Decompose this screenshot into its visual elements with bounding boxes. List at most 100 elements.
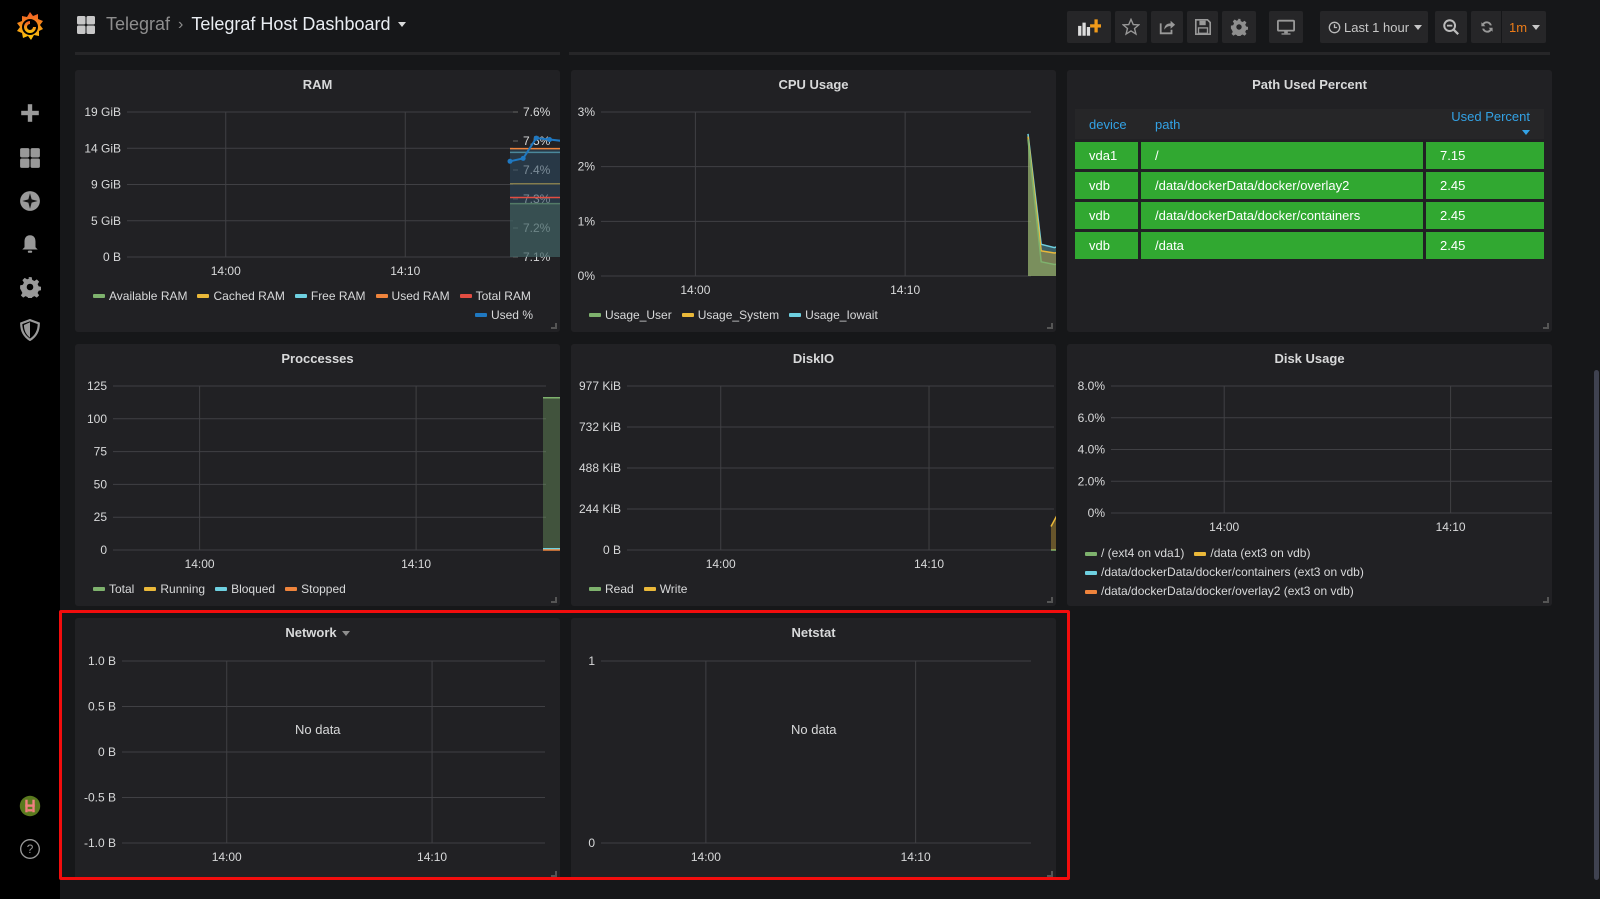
y-tick-label: 0% xyxy=(1088,506,1106,520)
y-tick-label: 1 xyxy=(588,654,595,668)
y-tick-label: 4.0% xyxy=(1078,443,1106,457)
legend-item[interactable]: Usage_User xyxy=(589,308,672,322)
y-tick-label: 0 B xyxy=(603,543,621,557)
legend-item[interactable]: Read xyxy=(589,582,634,596)
dashboard-grid-icon xyxy=(77,15,95,34)
resize-handle[interactable] xyxy=(551,871,557,877)
legend-item[interactable]: Stopped xyxy=(285,582,346,596)
legend-item[interactable]: Available RAM xyxy=(93,289,187,303)
time-range-picker[interactable]: Last 1 hour xyxy=(1320,11,1428,43)
y-tick-label: 0 xyxy=(100,543,107,557)
vertical-scrollbar[interactable] xyxy=(1594,370,1599,880)
legend-color-swatch xyxy=(1085,570,1097,575)
star-button[interactable] xyxy=(1115,11,1147,43)
add-panel-button[interactable] xyxy=(1067,11,1111,43)
y-tick-label: 50 xyxy=(94,477,108,491)
legend-item[interactable]: Usage_Iowait xyxy=(789,308,878,322)
legend-color-swatch xyxy=(375,294,388,298)
legend-color-swatch xyxy=(215,587,228,591)
series-write-area xyxy=(1051,517,1056,550)
cpu-chart: 0%1%2%3%14:0014:1014:2014:3014:4014:50 xyxy=(578,105,1056,297)
legend-item[interactable]: Total RAM xyxy=(459,289,531,303)
legend-item[interactable]: /data/dockerData/docker/containers (ext3… xyxy=(1085,563,1505,582)
legend-item[interactable]: Write xyxy=(643,582,687,596)
plus-icon[interactable] xyxy=(18,101,42,125)
refresh-picker[interactable]: 1m xyxy=(1471,11,1546,43)
save-button[interactable] xyxy=(1187,11,1218,43)
shield-icon[interactable] xyxy=(18,318,42,342)
panel-title[interactable]: Path Used Percent xyxy=(1067,77,1552,92)
resize-handle[interactable] xyxy=(551,323,557,329)
legend-item[interactable]: Used RAM xyxy=(375,289,450,303)
tv-mode-button[interactable] xyxy=(1269,11,1303,43)
resize-handle[interactable] xyxy=(1047,597,1053,603)
column-header-device[interactable]: device xyxy=(1075,109,1141,139)
resize-handle[interactable] xyxy=(1543,323,1549,329)
legend-color-swatch xyxy=(589,313,601,317)
legend-item[interactable]: / (ext4 on vda1) xyxy=(1085,544,1184,563)
cell-used-percent: 2.45 xyxy=(1426,232,1544,259)
x-tick-label: 14:00 xyxy=(1209,520,1239,534)
table-row: vda1/7.15 xyxy=(1075,142,1544,169)
data-point xyxy=(507,158,513,164)
chevron-down-icon[interactable] xyxy=(398,22,407,27)
resize-handle[interactable] xyxy=(1047,871,1053,877)
legend-label: Cached RAM xyxy=(213,289,285,303)
series-total-area xyxy=(543,397,560,550)
x-tick-label: 14:00 xyxy=(680,283,710,297)
legend-label: Used RAM xyxy=(391,289,450,303)
share-button[interactable] xyxy=(1151,11,1183,43)
legend-item[interactable]: Used % xyxy=(93,308,533,322)
y-tick-label: 8.0% xyxy=(1078,379,1106,393)
y-tick-label: 732 KiB xyxy=(579,420,621,434)
legend-color-swatch xyxy=(474,313,487,317)
bell-icon[interactable] xyxy=(18,232,42,256)
user-avatar[interactable] xyxy=(16,792,44,820)
legend-item[interactable]: /data (ext3 on vdb) xyxy=(1194,544,1310,563)
table-row: vdb/data 2.45 xyxy=(1075,232,1544,259)
legend-item[interactable]: Bloqued xyxy=(215,582,275,596)
gear-icon[interactable] xyxy=(18,275,42,299)
legend-color-swatch xyxy=(197,294,210,298)
y-tick-label: 0 xyxy=(588,836,595,850)
resize-handle[interactable] xyxy=(1543,597,1549,603)
resize-handle[interactable] xyxy=(551,597,557,603)
legend-item[interactable]: Cached RAM xyxy=(197,289,285,303)
legend-item[interactable]: Total xyxy=(93,582,134,596)
cell-path: /data xyxy=(1141,232,1426,259)
legend-color-swatch xyxy=(589,587,601,591)
cell-used-percent: 2.45 xyxy=(1426,172,1544,199)
resize-handle[interactable] xyxy=(1047,323,1053,329)
table-row: vdb/data/dockerData/docker/containers 2.4… xyxy=(1075,202,1544,229)
y-tick-label: 0 B xyxy=(98,745,116,759)
cell-path: / xyxy=(1141,142,1426,169)
panel-netstat: Netstat 0114:0014:1014:2014:3014:4014:50… xyxy=(571,618,1056,880)
side-menu: ? xyxy=(0,0,60,899)
legend-item[interactable]: Usage_System xyxy=(681,308,779,322)
y-tick-label: 244 KiB xyxy=(579,502,621,516)
settings-button[interactable] xyxy=(1222,11,1256,43)
column-header-path[interactable]: path xyxy=(1141,109,1426,139)
grafana-logo-icon[interactable] xyxy=(13,10,47,44)
cell-device: vdb xyxy=(1075,232,1141,259)
breadcrumb-folder[interactable]: Telegraf xyxy=(106,14,170,35)
y-tick-label: 488 KiB xyxy=(579,461,621,475)
dashboards-icon[interactable] xyxy=(18,146,42,170)
cell-path: /data/dockerData/docker/overlay2 xyxy=(1141,172,1426,199)
zoom-out-button[interactable] xyxy=(1435,11,1467,43)
legend-item[interactable]: /data/dockerData/docker/overlay2 (ext3 o… xyxy=(1085,582,1505,601)
legend-label: Running xyxy=(160,582,206,596)
panel-ram: RAM 0 B5 GiB9 GiB14 GiB19 GiB14:0014:101… xyxy=(75,70,560,332)
y-tick-label: 977 KiB xyxy=(579,379,621,393)
legend-label: Stopped xyxy=(301,582,346,596)
legend-item[interactable]: Free RAM xyxy=(294,289,366,303)
x-tick-label: 14:10 xyxy=(901,850,931,864)
refresh-interval-label: 1m xyxy=(1509,19,1528,35)
explore-compass-icon[interactable] xyxy=(18,189,42,213)
y-tick-label: 9 GiB xyxy=(91,178,121,192)
column-header-used-percent[interactable]: Used Percent xyxy=(1426,109,1544,139)
dashboard-title[interactable]: Telegraf Host Dashboard xyxy=(191,14,390,35)
legend-item[interactable]: Running xyxy=(144,582,205,596)
help-icon[interactable]: ? xyxy=(17,836,43,862)
refresh-icon[interactable] xyxy=(1479,19,1495,35)
